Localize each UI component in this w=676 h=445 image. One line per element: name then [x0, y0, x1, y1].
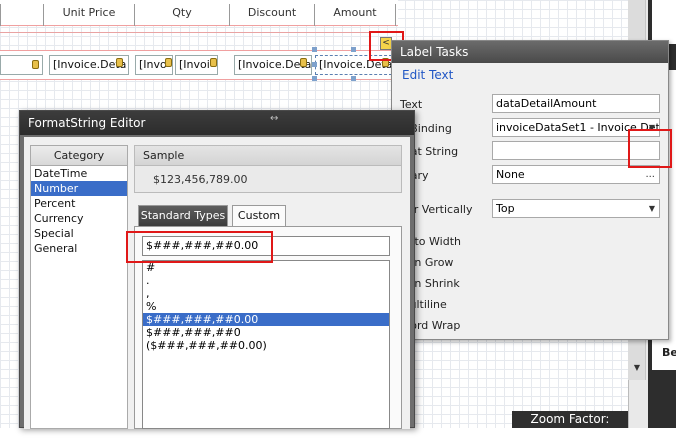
- sample-value: $123,456,789.00: [153, 173, 248, 186]
- resize-handle[interactable]: [351, 76, 356, 81]
- text-input[interactable]: dataDetailAmount: [492, 94, 660, 113]
- db-field-icon: [165, 58, 172, 67]
- db-field-icon: [300, 58, 307, 67]
- summary-value: None: [496, 168, 525, 181]
- category-item[interactable]: General: [31, 241, 127, 256]
- category-item[interactable]: Special: [31, 226, 127, 241]
- report-header-band[interactable]: Unit Price Qty Discount Amount: [0, 0, 398, 26]
- format-string-editor-dialog: FormatString Editor ↔ Category DateTime N…: [19, 110, 415, 429]
- side-panel-label[interactable]: Be: [662, 346, 676, 359]
- chevron-down-icon[interactable]: ▼: [649, 200, 655, 217]
- edit-text-link[interactable]: Edit Text: [402, 68, 453, 82]
- format-list-item[interactable]: .: [143, 274, 389, 287]
- highlight-format-string: [628, 129, 672, 168]
- anchor-vertically-select[interactable]: Top ▼: [492, 199, 660, 218]
- header-qty[interactable]: Qty: [134, 4, 229, 26]
- category-item[interactable]: Number: [31, 181, 127, 196]
- header-unit-price[interactable]: Unit Price: [43, 4, 134, 26]
- anchor-vertically-value: Top: [496, 202, 515, 215]
- db-field-icon: [116, 58, 123, 67]
- sample-header: Sample: [135, 146, 401, 166]
- header-amount[interactable]: Amount: [314, 4, 396, 26]
- zoom-factor-status: Zoom Factor: 100%: [512, 411, 628, 443]
- format-list[interactable]: #.,% $###,###,##0.00 $###,###,##0 ($###,###…: [142, 260, 390, 429]
- ellipsis-button[interactable]: ...: [645, 166, 655, 183]
- resize-handle[interactable]: [312, 76, 317, 81]
- category-list[interactable]: DateTime Number Percent Currency Special Gene…: [31, 166, 127, 256]
- category-item[interactable]: Currency: [31, 211, 127, 226]
- format-list-item[interactable]: $###,###,##0.00: [143, 313, 389, 326]
- resize-handle[interactable]: [351, 47, 356, 52]
- category-header: Category: [31, 146, 127, 166]
- resize-handle[interactable]: [312, 62, 317, 67]
- resize-handle[interactable]: [312, 47, 317, 52]
- format-list-item[interactable]: $###,###,##0: [143, 326, 389, 339]
- format-editor-title: FormatString Editor: [20, 111, 414, 135]
- sample-panel: Sample $123,456,789.00: [134, 145, 402, 193]
- header-discount[interactable]: Discount: [229, 4, 314, 26]
- highlight-format-input: [126, 231, 273, 263]
- format-list-item[interactable]: %: [143, 300, 389, 313]
- format-list-item[interactable]: ,: [143, 287, 389, 300]
- db-field-icon: [210, 58, 217, 67]
- side-panel-section: [652, 0, 676, 44]
- label-tasks-panel: Label Tasks Edit Text Text dataDetailAmo…: [391, 40, 669, 340]
- category-item[interactable]: DateTime: [31, 166, 127, 181]
- band-divider: [0, 32, 398, 33]
- tab-custom[interactable]: Custom: [232, 205, 286, 226]
- scroll-down-arrow-icon[interactable]: ▼: [631, 363, 643, 373]
- format-editor-body: Category DateTime Number Percent Currency Sp…: [24, 137, 410, 429]
- category-item[interactable]: Percent: [31, 196, 127, 211]
- label-tasks-title: Label Tasks: [392, 41, 668, 63]
- category-panel: Category DateTime Number Percent Currency Sp…: [30, 145, 128, 429]
- tab-standard-types[interactable]: Standard Types: [138, 205, 228, 226]
- resize-grip-icon[interactable]: ↔: [270, 113, 278, 124]
- header-cell-blank: [0, 4, 43, 26]
- db-field-icon: [32, 60, 39, 69]
- format-list-item[interactable]: ($###,###,##0.00): [143, 339, 389, 352]
